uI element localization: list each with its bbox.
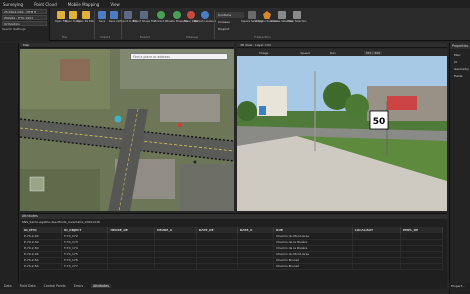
table-cell[interactable]: P-70-2-50 [22, 263, 63, 270]
save-as-button[interactable]: Save As [108, 11, 120, 23]
table-cell[interactable] [352, 263, 401, 270]
map-panel-header[interactable]: Map [20, 43, 234, 48]
menu-bar: Surveying Point Cloud Mobile Mapping Vie… [0, 0, 470, 8]
street-photo: 50 [237, 56, 447, 211]
create-shapefile-icon [173, 11, 181, 19]
tab-data[interactable]: Data [4, 284, 12, 288]
open-file-icon [57, 11, 65, 19]
table-cell[interactable] [196, 263, 238, 270]
group-label-cleanup: Cleanup [186, 35, 199, 39]
table-cell[interactable]: T-70_177 [61, 263, 109, 270]
speed-label: Speed [300, 50, 310, 55]
save-as-icon [110, 11, 118, 19]
extract-id-button[interactable]: Extract ID [155, 11, 167, 23]
table-cell[interactable] [154, 263, 197, 270]
left-dock-strip [0, 43, 19, 283]
create-shapefile-button[interactable]: Create Shapefile [166, 11, 188, 23]
search-settings-label[interactable]: Search Settings [2, 27, 47, 31]
compare-crosses[interactable]: Crosses [216, 19, 244, 25]
menu-mobile-mapping[interactable]: Mobile Mapping [68, 2, 100, 7]
street-view-image[interactable]: 50 [237, 56, 447, 211]
group-label-selection: T-Selection [254, 35, 271, 39]
export-shape-button[interactable]: Export Shape File [133, 11, 155, 23]
run-button[interactable]: Run [330, 51, 336, 55]
speed-sign-value: 50 [373, 117, 386, 127]
save-button[interactable]: Save [96, 11, 108, 23]
menu-point-cloud[interactable]: Point Cloud [34, 2, 57, 7]
tab-properties[interactable]: Propert... [449, 283, 470, 289]
group-label-file: File [62, 35, 68, 39]
layer-select[interactable]: Orthoptics [2, 21, 47, 26]
properties-title: Properties [450, 43, 470, 49]
aerial-imagery [20, 49, 234, 211]
clear-selection-icon [293, 11, 301, 19]
group-label-import: Import [100, 35, 110, 39]
image-label: Image [259, 50, 269, 55]
property-fields[interactable]: Fields [450, 74, 470, 78]
ribbon-separator [94, 10, 95, 39]
project-select[interactable]: 25-TR02-CRS - NTM 8 [2, 9, 47, 14]
street-toolbar: Image Speed Run 355 / 399 [237, 49, 447, 56]
table-cell[interactable] [237, 263, 275, 270]
open-data-icon [82, 11, 90, 19]
export-shape-icon [140, 11, 148, 19]
property-misc[interactable]: Misc [450, 53, 470, 57]
bottom-tab-bar: Data Field Data Control Points Errors At… [0, 283, 447, 289]
menu-view[interactable]: View [110, 2, 120, 7]
frame-counter[interactable]: 355 / 399 [363, 50, 382, 55]
table-cell[interactable] [400, 263, 444, 270]
save-icon [98, 11, 106, 19]
property-id[interactable]: Id [450, 60, 470, 64]
inverse-selection-icon [278, 11, 286, 19]
square-selection-icon [248, 11, 256, 19]
compare-contains[interactable]: Contains [216, 12, 244, 18]
tab-errors[interactable]: Errors [74, 284, 83, 288]
open-folder-icon [69, 11, 77, 19]
table-row[interactable]: P-70-2-50 T-70_177 Chemin Brunet [22, 263, 444, 270]
open-data-button[interactable]: Open KS Data [77, 11, 95, 23]
ribbon-separator [214, 10, 215, 39]
clear-icon [187, 11, 195, 19]
extract-icon [157, 11, 165, 19]
property-geometry[interactable]: Geometry [450, 67, 470, 71]
properties-panel: Properties Misc Id Geometry Fields [449, 43, 470, 294]
clear-selection-button[interactable]: Clear Selection [287, 11, 307, 23]
tab-field-data[interactable]: Field Data [20, 284, 36, 288]
menu-surveying[interactable]: Surveying [3, 2, 23, 7]
polygon-selection-icon [263, 11, 271, 19]
attributes-table: ID_MTQ ID_OBJECT HEURE_DE HEURE_A DATE_D… [22, 227, 444, 270]
table-cell[interactable]: Chemin Brunet [273, 263, 353, 270]
map-search-input[interactable]: Find a place or address [130, 53, 228, 60]
coordinate-system-select[interactable]: WGS84 - HTG 1991 [2, 15, 47, 20]
tab-attributes[interactable]: Attributes [91, 284, 111, 288]
map-view[interactable]: Find a place or address [20, 49, 234, 211]
refresh-linework-button[interactable]: Refresh Linework [194, 11, 216, 23]
attributes-layer-select[interactable]: SNS_Santo-Agathe-des-Monts_inventaire_20… [20, 219, 447, 225]
table-cell[interactable] [107, 263, 155, 270]
compare-disjoint[interactable]: Disjoint [216, 26, 244, 32]
group-label-export: Export [140, 35, 150, 39]
tab-control-points[interactable]: Control Points [44, 284, 66, 288]
refresh-icon [201, 11, 209, 19]
export-gis-icon [124, 11, 132, 19]
street-panel-header[interactable]: 3D View · Layer: Info [237, 43, 447, 48]
project-settings-panel: 25-TR02-CRS - NTM 8 WGS84 - HTG 1991 Ort… [0, 8, 50, 41]
inverse-selection-button[interactable]: Inverse Selection [271, 11, 293, 23]
